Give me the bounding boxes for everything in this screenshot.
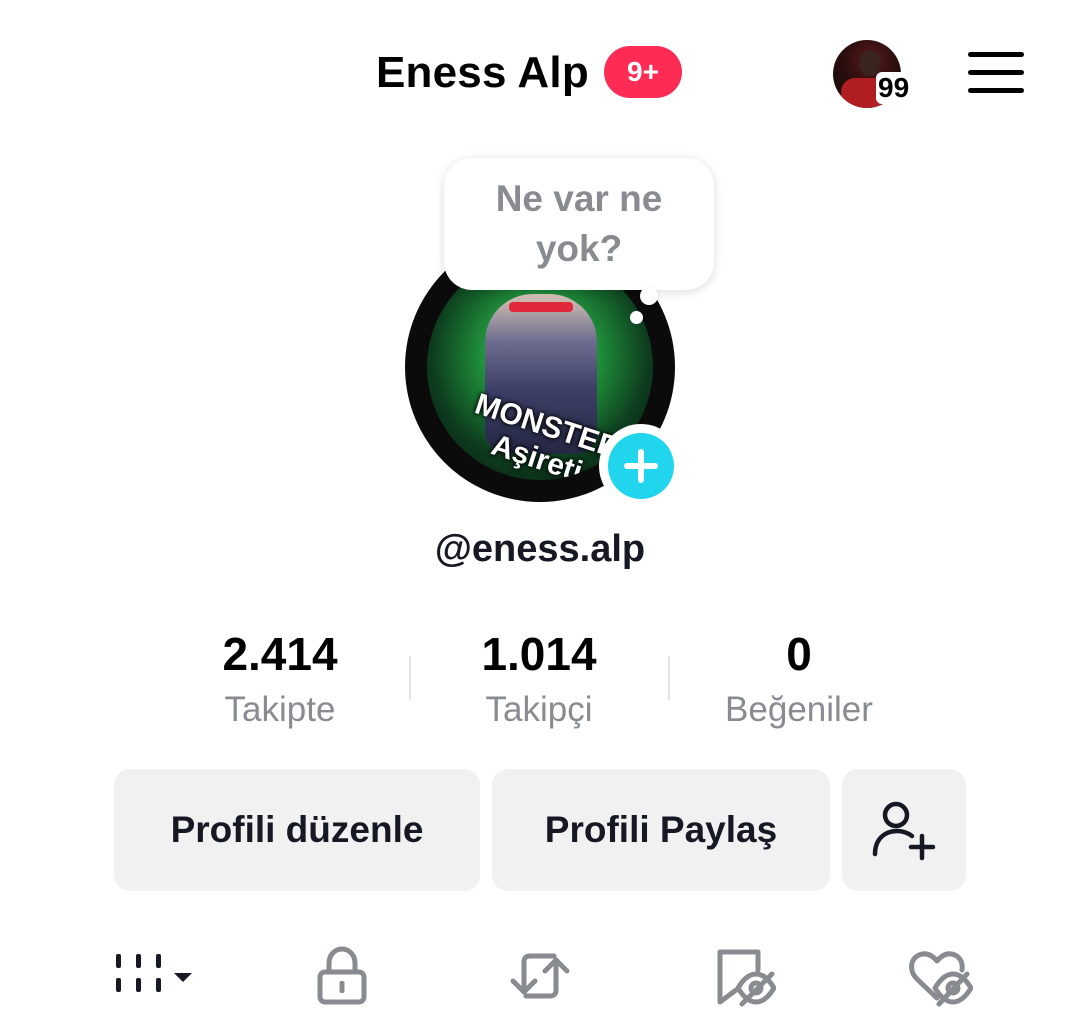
stat-followers[interactable]: 1.014 Takipçi: [409, 626, 669, 730]
stat-following[interactable]: 2.414 Takipte: [150, 626, 410, 730]
story-avatar-count: 99: [876, 72, 912, 104]
add-friends-button[interactable]: [842, 769, 966, 891]
avatar-visor: [509, 302, 573, 312]
bubble-tail-dot-small: [630, 311, 643, 324]
menu-icon[interactable]: [968, 52, 1026, 94]
username: @eness.alp: [434, 528, 646, 570]
videos-grid-icon[interactable]: [112, 944, 196, 1009]
stat-followers-label: Takipçi: [485, 690, 593, 729]
profile-screen: Eness Alp 9+ 99 MONSTER Aşireti Ne var n…: [0, 0, 1080, 1028]
stat-following-label: Takipte: [224, 690, 336, 729]
stat-likes-label: Beğeniler: [725, 690, 873, 729]
edit-profile-button[interactable]: Profili düzenle: [114, 769, 480, 891]
notification-badge[interactable]: 9+: [604, 46, 682, 98]
add-user-icon: [872, 801, 936, 861]
stat-following-value: 2.414: [222, 628, 338, 680]
plus-icon: [608, 433, 674, 499]
repost-icon[interactable]: [506, 944, 574, 1013]
liked-hidden-icon[interactable]: [905, 944, 974, 1013]
stat-followers-value: 1.014: [481, 628, 597, 680]
profile-display-name[interactable]: Eness Alp: [376, 48, 589, 98]
stat-likes[interactable]: 0 Beğeniler: [669, 626, 929, 730]
stat-likes-value: 0: [786, 628, 812, 680]
add-story-button[interactable]: [599, 424, 683, 508]
lock-icon[interactable]: [312, 944, 372, 1013]
favorites-hidden-icon[interactable]: [712, 944, 777, 1013]
status-bubble[interactable]: Ne var ne yok?: [444, 158, 714, 290]
share-profile-button[interactable]: Profili Paylaş: [492, 769, 830, 891]
bubble-tail-dot: [640, 287, 658, 305]
